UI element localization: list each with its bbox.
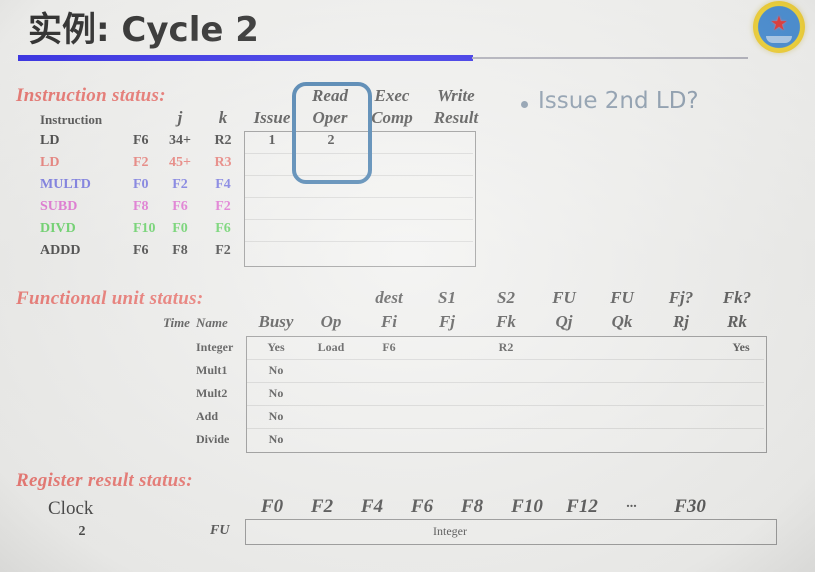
col-header-instruction: Instruction — [40, 112, 103, 127]
instr-op: ADDD — [40, 243, 81, 258]
instr-k: R3 — [214, 155, 232, 170]
register-header-f12: F12 — [566, 496, 598, 517]
fu-col-header-busy: Busy — [258, 312, 294, 331]
page-title: 实例: Cycle 2 — [28, 10, 259, 50]
fu-busy: Yes — [267, 340, 285, 354]
fu-rk: Yes — [732, 340, 750, 354]
instr-k: F6 — [215, 221, 231, 236]
col-header-comp: Comp — [371, 108, 413, 127]
col-header-k: k — [218, 108, 228, 127]
fu-col-header-dest: dest — [375, 288, 403, 307]
fu-busy: No — [268, 363, 284, 377]
instr-dest: F6 — [133, 243, 149, 258]
bullet-point-icon — [521, 101, 528, 108]
instr-dest: F0 — [133, 177, 149, 192]
fu-busy: No — [268, 409, 284, 423]
register-header-f8: F8 — [460, 496, 484, 517]
instr-dest: F6 — [133, 133, 149, 148]
instr-j: F0 — [172, 221, 188, 236]
register-result-table-box — [245, 519, 777, 545]
instr-op: LD — [40, 155, 60, 170]
fu-col-header-rj: Rj — [672, 312, 690, 331]
slide-canvas: 实例: Cycle 2 ★ Issue 2nd LD? Instruction … — [0, 0, 815, 572]
clock-value: 2 — [78, 524, 86, 539]
fu-fi: F6 — [382, 340, 396, 354]
fu-col-header-qj: Qj — [555, 312, 573, 331]
col-header-exec: Exec — [374, 86, 410, 105]
fu-name: Mult2 — [196, 386, 228, 400]
bullet-issue-2nd-ld: Issue 2nd LD? — [538, 88, 699, 114]
instr-k: F2 — [215, 243, 231, 258]
emblem-arc — [766, 36, 792, 44]
instr-dest: F8 — [133, 199, 149, 214]
university-emblem-icon: ★ — [753, 1, 805, 53]
read-oper-highlight-box — [292, 82, 372, 184]
register-header-f2: F2 — [310, 496, 334, 517]
fu-name: Mult1 — [196, 363, 228, 377]
star-icon: ★ — [770, 12, 788, 35]
fu-name: Integer — [196, 340, 234, 354]
fu-col-header-fu-qj: FU — [552, 288, 576, 307]
col-header-result: Result — [433, 108, 479, 127]
instruction-status-heading: Instruction status: — [16, 85, 166, 106]
instr-op: DIVD — [40, 221, 76, 236]
register-header-f0: F0 — [260, 496, 284, 517]
fu-col-header-s1: S1 — [438, 288, 456, 307]
register-header-f10: F10 — [511, 496, 543, 517]
instr-j: F2 — [172, 177, 188, 192]
title-rule-blue — [18, 55, 473, 61]
fu-col-header-qk: Qk — [611, 312, 633, 331]
instr-op: MULTD — [40, 177, 91, 192]
register-header-f4: F4 — [360, 496, 384, 517]
fu-col-header-fk: Fk — [496, 312, 516, 331]
instr-issue: 1 — [268, 133, 276, 148]
functional-unit-status-heading: Functional unit status: — [16, 288, 204, 309]
instr-j: F6 — [172, 199, 188, 214]
register-result-status-heading: Register result status: — [16, 470, 193, 491]
fu-col-header-time: Time — [163, 315, 190, 330]
fu-label: FU — [210, 523, 230, 538]
fu-col-header-s2: S2 — [497, 288, 515, 307]
clock-label: Clock — [48, 498, 94, 519]
fu-fk: R2 — [498, 340, 514, 354]
fu-busy: No — [268, 432, 284, 446]
fu-col-header-rk: Rk — [727, 312, 747, 331]
instr-j: 45+ — [169, 155, 191, 170]
instr-k: F2 — [215, 199, 231, 214]
title-rule-grey — [472, 57, 748, 59]
instr-op: SUBD — [40, 199, 78, 214]
fu-busy: No — [268, 386, 284, 400]
fu-col-header-fk-q: Fk? — [722, 288, 752, 307]
instr-dest: F2 — [133, 155, 149, 170]
fu-op: Load — [317, 340, 345, 354]
col-header-issue: Issue — [253, 108, 291, 127]
fu-col-header-fj-q: Fj? — [668, 288, 694, 307]
register-header-ellipsisellipsisellipsis: ... — [626, 496, 638, 511]
fu-col-header-op: Op — [320, 312, 342, 331]
fu-col-header-name: Name — [196, 315, 228, 330]
instr-k: R2 — [214, 133, 232, 148]
instr-dest: F10 — [133, 221, 156, 236]
fu-name: Divide — [196, 432, 230, 446]
fu-name: Add — [196, 409, 219, 423]
register-header-f6: F6 — [410, 496, 434, 517]
col-header-write: Write — [437, 86, 475, 105]
instr-op: LD — [40, 133, 60, 148]
register-header-f30: F30 — [674, 496, 706, 517]
instr-k: F4 — [215, 177, 231, 192]
instr-j: 34+ — [169, 133, 191, 148]
instr-j: F8 — [172, 243, 188, 258]
fu-col-header-fu-qk: FU — [610, 288, 634, 307]
fu-col-header-fi: Fi — [380, 312, 398, 331]
col-header-j: j — [177, 108, 183, 127]
register-fu-entry: Integer — [433, 524, 467, 538]
fu-col-header-fj: Fj — [438, 312, 456, 331]
